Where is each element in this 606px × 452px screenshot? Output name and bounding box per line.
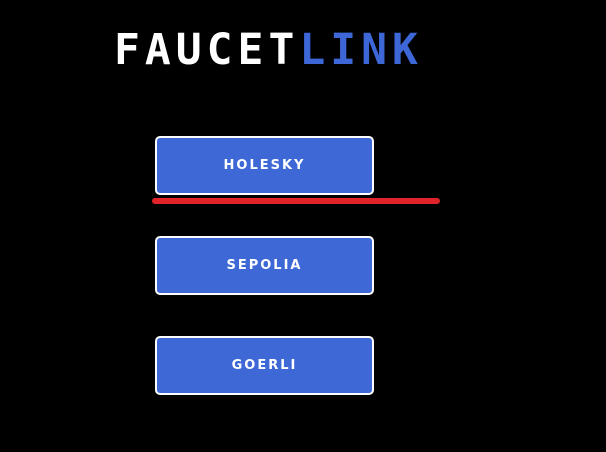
holesky-network-button[interactable]: HOLESKY [155,136,374,195]
sepolia-network-button[interactable]: SEPOLIA [155,236,374,295]
app-logo: FAUCETLINK [114,26,423,74]
logo-text-faucet: FAUCET [114,25,300,75]
faucet-page: FAUCETLINK HOLESKY SEPOLIA GOERLI [0,0,606,452]
logo-text-link: LINK [299,25,423,75]
red-underline-mark [152,198,440,204]
goerli-network-button[interactable]: GOERLI [155,336,374,395]
